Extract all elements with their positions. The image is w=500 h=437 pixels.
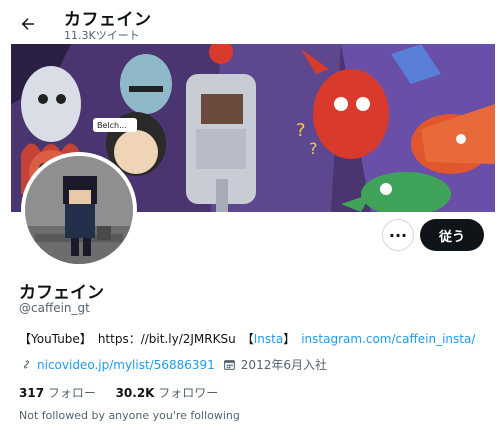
user-handle: @caffein_gt — [19, 301, 90, 315]
following-link[interactable]: 317 フォロー — [19, 386, 96, 400]
followed-by-text: Not followed by anyone you're following — [19, 409, 240, 422]
bio-instagram-link[interactable]: instagram.com/caffein_insta/ — [301, 332, 475, 346]
profile-header: カフェイン 11.3Kツイート — [0, 0, 500, 44]
more-icon: ··· — [388, 225, 408, 245]
bio-youtube-label: 【YouTube】 — [19, 332, 92, 346]
profile-meta: nicovideo.jp/mylist/56886391 2012年6月入社 — [19, 356, 327, 373]
website-link[interactable]: nicovideo.jp/mylist/56886391 — [37, 358, 215, 372]
link-icon — [19, 358, 33, 372]
profile-stats: 317 フォロー 30.2K フォロワー — [19, 384, 218, 401]
bio-insta-open: 【 — [241, 332, 254, 346]
banner-speech-bubble: Belch... — [97, 121, 127, 130]
followers-count: 30.2K — [115, 386, 155, 400]
profile-bio: 【YouTube】 https：//bit.ly/2JMRKSu 【Insta】 in… — [19, 330, 475, 347]
svg-text:?: ? — [309, 139, 318, 158]
follow-button[interactable]: 従う — [420, 219, 484, 251]
followers-link[interactable]: 30.2K フォロワー — [116, 386, 219, 400]
display-name: カフェイン — [19, 283, 104, 303]
more-options-button[interactable]: ··· — [382, 219, 414, 251]
svg-text:?: ? — [296, 120, 306, 141]
avatar-pixel-art — [25, 156, 133, 264]
bio-insta-close: 】 — [283, 332, 296, 346]
arrow-left-icon — [21, 18, 34, 30]
bio-insta-hashtag-link[interactable]: Insta — [254, 332, 283, 346]
tweet-count: 11.3Kツイート — [64, 29, 140, 42]
profile-avatar[interactable] — [21, 152, 137, 268]
back-button[interactable] — [14, 10, 42, 38]
calendar-icon — [223, 358, 237, 372]
bio-youtube-url: https：//bit.ly/2JMRKSu — [97, 332, 236, 346]
followers-label: フォロワー — [158, 386, 219, 400]
avatar — [25, 156, 133, 264]
following-count: 317 — [19, 386, 45, 400]
joined-date: 2012年6月入社 — [240, 358, 327, 372]
following-label: フォロー — [47, 386, 96, 400]
